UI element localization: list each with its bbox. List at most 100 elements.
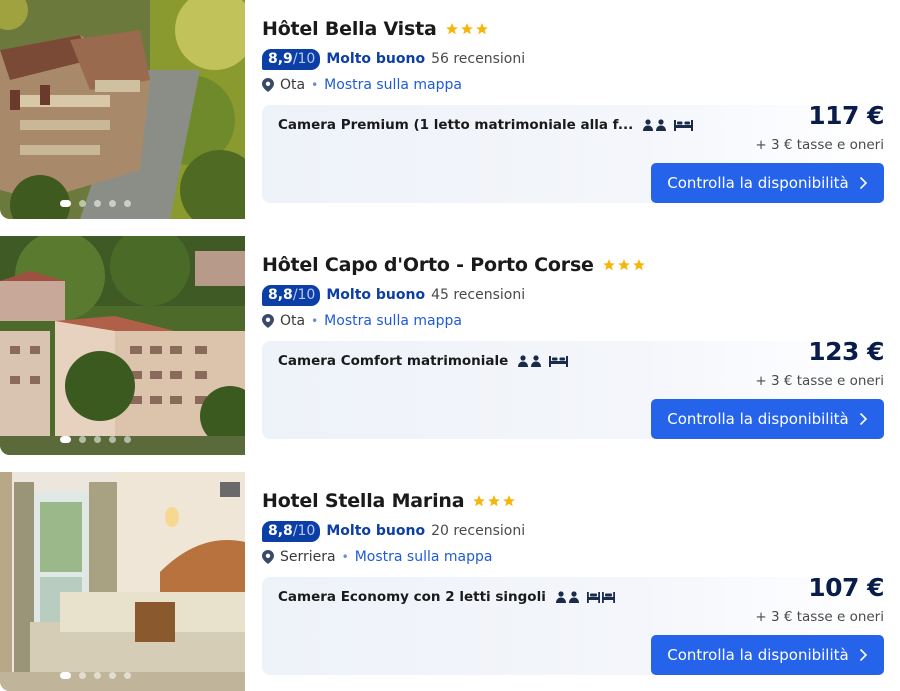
carousel-dot[interactable] (79, 200, 86, 207)
carousel-dots[interactable] (0, 672, 245, 679)
room-name: Camera Premium (1 letto matrimoniale all… (278, 117, 634, 133)
carousel-dot[interactable] (79, 436, 86, 443)
separator-dot: • (311, 314, 319, 328)
room-capacity (643, 119, 694, 131)
carousel-dot[interactable] (109, 672, 116, 679)
rating-word: Molto buono (326, 287, 426, 303)
chevron-right-icon (859, 412, 867, 426)
person-icon (656, 119, 667, 131)
hotel-photo-image (0, 472, 245, 691)
carousel-dot[interactable] (94, 672, 101, 679)
check-availability-button[interactable]: Controlla la disponibilità (651, 635, 884, 675)
hotel-card[interactable]: Hôtel Bella Vista 8,9/10 Molto buono 56 … (0, 0, 900, 220)
carousel-dot[interactable] (60, 436, 71, 443)
star-icon (460, 23, 473, 35)
star-icon (488, 495, 501, 507)
carousel-dots[interactable] (0, 436, 245, 443)
separator-dot: • (341, 550, 349, 564)
room-capacity (555, 591, 615, 603)
two-single-beds-icon (586, 592, 615, 603)
carousel-dot[interactable] (124, 672, 131, 679)
rating-word: Molto buono (326, 523, 426, 539)
room-offer[interactable]: Camera Comfort matrimoniale 123 € + 3 € … (262, 337, 884, 439)
separator-dot: • (311, 78, 319, 92)
carousel-dot[interactable] (60, 200, 71, 207)
score-badge: 8,8/10 (262, 520, 321, 542)
person-icon (518, 355, 529, 367)
score-max: /10 (292, 522, 316, 539)
check-availability-button[interactable]: Controlla la disponibilità (651, 399, 884, 439)
check-availability-label: Controlla la disponibilità (667, 410, 849, 428)
carousel-dot[interactable] (124, 200, 131, 207)
location-pin-icon (262, 78, 274, 92)
hotel-photo[interactable] (0, 472, 245, 691)
score-badge: 8,9/10 (262, 48, 321, 70)
review-count: 56 recensioni (431, 51, 526, 67)
score-value: 8,8 (268, 522, 293, 539)
person-icon (643, 119, 654, 131)
city-name: Ota (280, 77, 306, 93)
carousel-dot[interactable] (109, 436, 116, 443)
double-bed-icon (549, 356, 569, 367)
room-offer[interactable]: Camera Economy con 2 letti singoli 107 €… (262, 573, 884, 675)
location-pin-icon (262, 550, 274, 564)
carousel-dot[interactable] (109, 200, 116, 207)
city-name: Ota (280, 313, 306, 329)
hotel-photo-image (0, 236, 245, 455)
rating-word: Molto buono (326, 51, 426, 67)
taxes-note: + 3 € tasse e oneri (755, 137, 884, 153)
person-icon (568, 591, 579, 603)
hotel-photo[interactable] (0, 236, 245, 455)
price: 117 € (808, 101, 884, 130)
taxes-note: + 3 € tasse e oneri (755, 609, 884, 625)
score-value: 8,9 (268, 50, 293, 67)
room-offer[interactable]: Camera Premium (1 letto matrimoniale all… (262, 101, 884, 203)
score-max: /10 (292, 50, 316, 67)
check-availability-button[interactable]: Controlla la disponibilità (651, 163, 884, 203)
hotel-card[interactable]: Hôtel Capo d'Orto - Porto Corse 8,8/10 M… (0, 236, 900, 456)
carousel-dot[interactable] (94, 200, 101, 207)
review-count: 20 recensioni (431, 523, 526, 539)
star-icon (602, 259, 615, 271)
review-count: 45 recensioni (431, 287, 526, 303)
score-max: /10 (292, 286, 316, 303)
room-name: Camera Economy con 2 letti singoli (278, 589, 546, 605)
star-rating (602, 258, 646, 272)
star-icon (503, 495, 516, 507)
star-icon (445, 23, 458, 35)
room-capacity (518, 355, 569, 367)
show-on-map-link[interactable]: Mostra sulla mappa (355, 549, 493, 565)
carousel-dot[interactable] (94, 436, 101, 443)
price: 107 € (808, 573, 884, 602)
hotel-photo[interactable] (0, 0, 245, 219)
carousel-dot[interactable] (124, 436, 131, 443)
hotel-name[interactable]: Hôtel Capo d'Orto - Porto Corse (262, 254, 594, 276)
star-icon (617, 259, 630, 271)
chevron-right-icon (859, 176, 867, 190)
location-pin-icon (262, 314, 274, 328)
score-value: 8,8 (268, 286, 293, 303)
carousel-dot[interactable] (60, 672, 71, 679)
star-rating (472, 494, 516, 508)
hotel-name[interactable]: Hôtel Bella Vista (262, 18, 437, 40)
person-icon (555, 591, 566, 603)
star-rating (445, 22, 489, 36)
score-badge: 8,8/10 (262, 284, 321, 306)
star-icon (473, 495, 486, 507)
show-on-map-link[interactable]: Mostra sulla mappa (324, 313, 462, 329)
hotel-photo-image (0, 0, 245, 219)
city-name: Serriera (280, 549, 336, 565)
carousel-dots[interactable] (0, 200, 245, 207)
carousel-dot[interactable] (79, 672, 86, 679)
double-bed-icon (674, 120, 694, 131)
chevron-right-icon (859, 648, 867, 662)
show-on-map-link[interactable]: Mostra sulla mappa (324, 77, 462, 93)
person-icon (531, 355, 542, 367)
hotel-name[interactable]: Hotel Stella Marina (262, 490, 465, 512)
check-availability-label: Controlla la disponibilità (667, 646, 849, 664)
room-name: Camera Comfort matrimoniale (278, 353, 509, 369)
star-icon (632, 259, 645, 271)
hotel-card[interactable]: Hotel Stella Marina 8,8/10 Molto buono 2… (0, 472, 900, 691)
check-availability-label: Controlla la disponibilità (667, 174, 849, 192)
taxes-note: + 3 € tasse e oneri (755, 373, 884, 389)
